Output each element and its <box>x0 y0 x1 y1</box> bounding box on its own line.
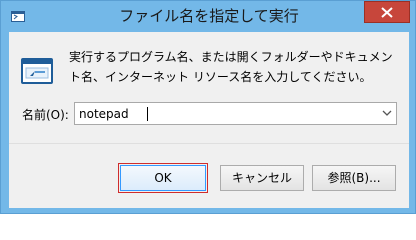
open-combobox[interactable] <box>74 102 397 125</box>
open-input[interactable] <box>77 105 371 122</box>
dropdown-button[interactable] <box>378 103 396 124</box>
title-bar[interactable]: ファイル名を指定して実行 <box>1 1 416 32</box>
dialog-body: 実行するプログラム名、または開くフォルダーやドキュメント名、インターネット リソ… <box>9 32 409 208</box>
open-label: 名前(O): <box>22 108 69 122</box>
button-bar: OK キャンセル 参照(B)... <box>9 143 409 208</box>
close-button[interactable] <box>364 1 410 23</box>
text-caret <box>147 107 148 121</box>
cancel-button[interactable]: キャンセル <box>220 165 304 191</box>
run-dialog-window: ファイル名を指定して実行 実行するプログラム名、または開くフォルダーやドキュメン… <box>0 0 416 214</box>
ok-button-label: OK <box>120 165 206 191</box>
run-dialog-icon <box>21 56 55 86</box>
close-icon <box>381 7 393 18</box>
window-title: ファイル名を指定して実行 <box>119 7 299 25</box>
browse-button[interactable]: 参照(B)... <box>312 165 396 191</box>
instruction-text: 実行するプログラム名、または開くフォルダーやドキュメント名、インターネット リソ… <box>69 50 393 84</box>
ok-button[interactable]: OK <box>118 163 208 193</box>
chevron-down-icon <box>382 110 392 116</box>
